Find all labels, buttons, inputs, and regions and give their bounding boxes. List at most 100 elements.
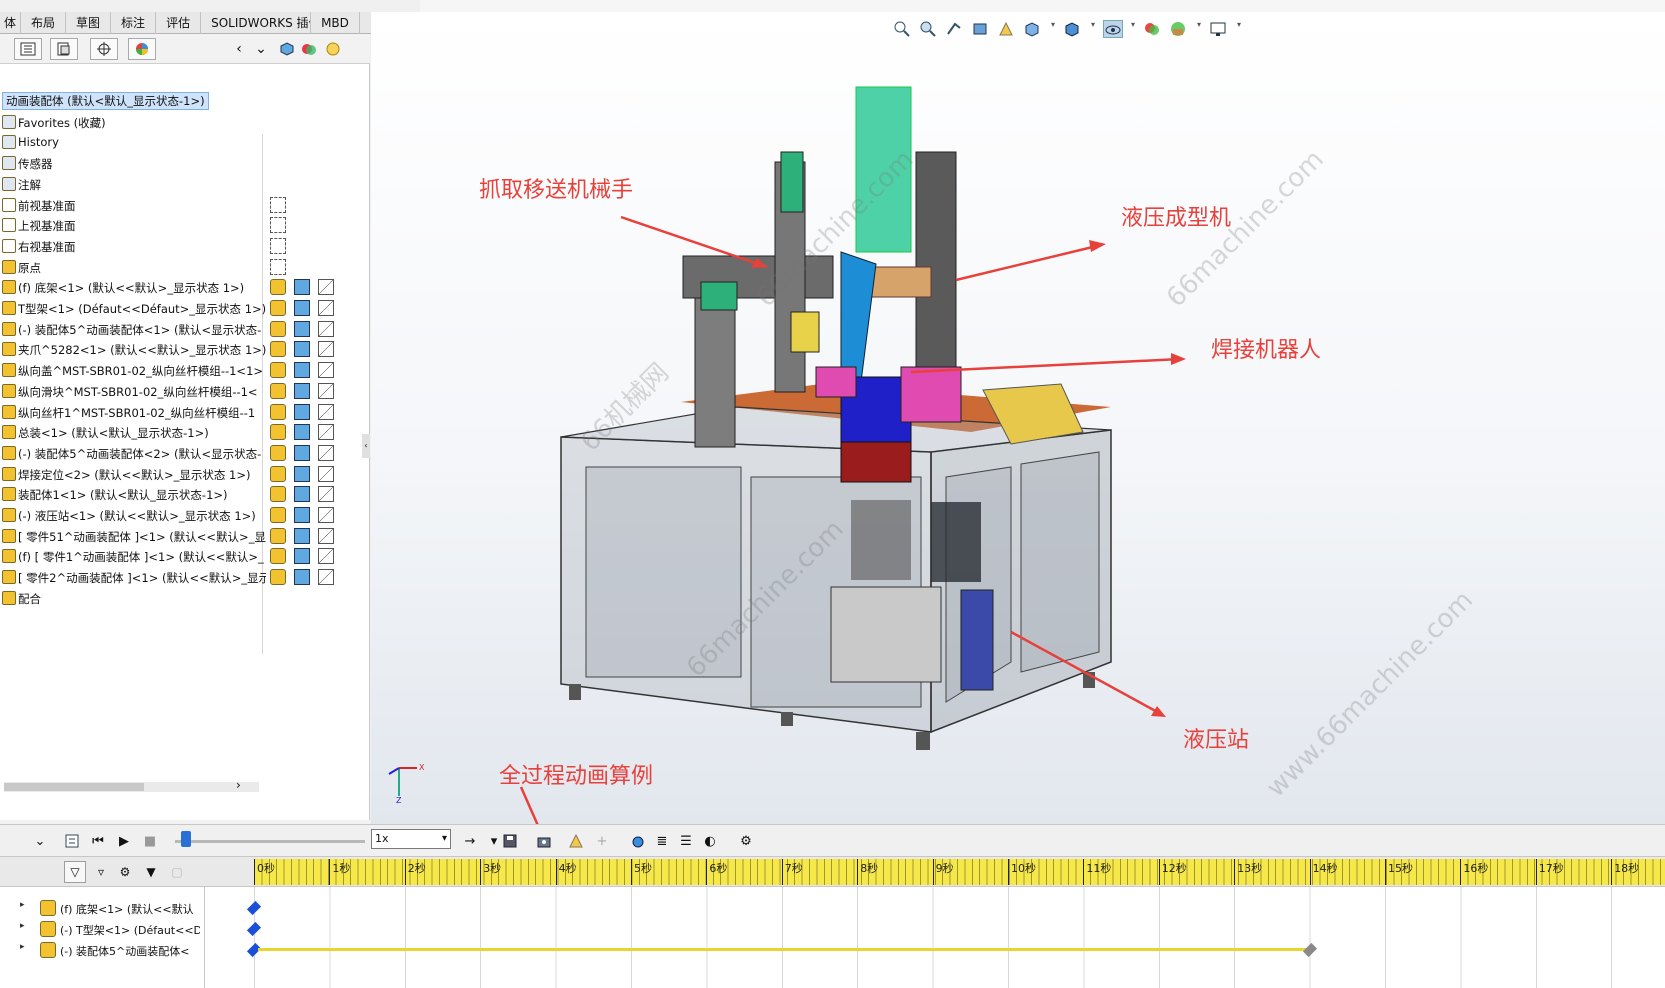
- tree-item[interactable]: (-) 装配体5^动画装配体<1> (默认<显示状态-: [0, 319, 370, 340]
- scene-icon[interactable]: [300, 40, 318, 58]
- graphics-viewport[interactable]: ▾ ▾ ▾ ▾ ▾ 抓取移送机械手 液压成型机 焊接机器人 液压站 全过程动画算…: [371, 12, 1665, 824]
- keyframe[interactable]: [246, 900, 262, 916]
- timeline-row[interactable]: ▸ (-) T型架<1> (Défaut<<D: [0, 918, 1665, 939]
- scrollbar-thumb[interactable]: [4, 783, 144, 791]
- component-state-icon: [270, 527, 286, 544]
- expand-arrow-icon[interactable]: ▸: [20, 921, 25, 931]
- star-folder-icon: [2, 114, 16, 129]
- svg-text:Z: Z: [396, 796, 402, 804]
- filter-icon[interactable]: ⌄: [252, 40, 270, 58]
- autofit-icon[interactable]: ▢: [166, 861, 188, 883]
- ruler-time-label: 5秒: [634, 862, 652, 875]
- spring-icon[interactable]: ≣: [652, 831, 672, 851]
- tree-item[interactable]: T型架<1> (Défaut<<Défaut>_显示状态 1>): [0, 298, 370, 319]
- ruler-major-tick: [555, 859, 557, 885]
- autokey-icon[interactable]: [566, 831, 586, 851]
- filter-selected-icon[interactable]: ⚙: [114, 861, 136, 883]
- subassembly-icon: [2, 321, 16, 336]
- ruler-major-tick: [1611, 859, 1613, 885]
- tree-item[interactable]: 纵向丝杆1^MST-SBR01-02_纵向丝杆模组--1: [0, 402, 370, 423]
- play-from-start-icon[interactable]: ⏮: [88, 831, 108, 851]
- component-state-icon: [270, 424, 286, 441]
- tree-item[interactable]: 原点: [0, 257, 370, 278]
- tab-layout[interactable]: 布局: [21, 12, 67, 34]
- part-icon: [2, 570, 16, 585]
- playback-slider-track[interactable]: [175, 840, 365, 843]
- configuration-manager-tab[interactable]: [90, 38, 118, 60]
- calculate-icon[interactable]: [62, 831, 82, 851]
- keyframe[interactable]: [1302, 942, 1317, 958]
- arrow-right-icon[interactable]: →: [460, 831, 480, 851]
- panel-collapse-handle[interactable]: ‹: [362, 434, 370, 458]
- cube-appearance-icon[interactable]: [278, 40, 296, 58]
- playback-speed-select[interactable]: 1x: [371, 829, 451, 849]
- display-pane-icon[interactable]: [324, 40, 342, 58]
- tree-root-assembly[interactable]: 动画装配体 (默认<默认_显示状态-1>): [0, 91, 370, 112]
- play-icon[interactable]: ▶: [114, 831, 134, 851]
- tree-horizontal-scrollbar[interactable]: [4, 782, 259, 792]
- tree-item[interactable]: 配合: [0, 588, 370, 609]
- gear-icon[interactable]: ⚙: [736, 831, 756, 851]
- tree-item[interactable]: 总装<1> (默认<默认_显示状态-1>): [0, 422, 370, 443]
- tree-item[interactable]: 夹爪^5282<1> (默认<<默认>_显示状态 1>): [0, 339, 370, 360]
- tree-item[interactable]: 上视基准面: [0, 215, 370, 236]
- tree-item[interactable]: [ 零件2^动画装配体 ]<1> (默认<<默认>_显示: [0, 567, 370, 588]
- tree-item[interactable]: 右视基准面: [0, 236, 370, 257]
- tree-item[interactable]: 前视基准面: [0, 195, 370, 216]
- tab-assembly[interactable]: 体: [0, 12, 22, 34]
- animation-wizard-icon[interactable]: [534, 831, 554, 851]
- tab-sketch[interactable]: 草图: [66, 12, 112, 34]
- tree-item[interactable]: 纵向滑块^MST-SBR01-02_纵向丝杆模组--1<: [0, 381, 370, 402]
- contact-icon[interactable]: ◐: [700, 831, 720, 851]
- chevron-down-icon[interactable]: ⌄: [30, 831, 50, 851]
- tree-item[interactable]: 装配体1<1> (默认<默认_显示状态-1>): [0, 484, 370, 505]
- expand-arrow-icon[interactable]: ▸: [20, 942, 25, 952]
- tree-item-label: 前视基准面: [18, 198, 76, 213]
- tree-item[interactable]: (f) 底架<1> (默认<<默认>_显示状态 1>): [0, 277, 370, 298]
- tree-item[interactable]: (-) 液压站<1> (默认<<默认>_显示状态 1>): [0, 505, 370, 526]
- chevron-left-icon[interactable]: ‹: [230, 40, 248, 58]
- tree-item[interactable]: 注解: [0, 174, 370, 195]
- top-strip: [420, 0, 1665, 12]
- tree-item[interactable]: Favorites (收藏): [0, 112, 370, 133]
- filter-driving-icon[interactable]: ▿: [90, 861, 112, 883]
- part-icon: [2, 280, 16, 295]
- feature-tree-icon: [20, 42, 36, 56]
- component-icon: [40, 900, 56, 916]
- add-key-icon[interactable]: +: [592, 831, 612, 851]
- damper-icon[interactable]: ☰: [676, 831, 696, 851]
- scroll-right-arrow-icon[interactable]: ›: [236, 778, 241, 792]
- component-state-icon: [270, 341, 286, 358]
- tree-item[interactable]: History: [0, 132, 370, 153]
- property-manager-tab[interactable]: [50, 38, 78, 60]
- tree-item[interactable]: 传感器: [0, 153, 370, 174]
- tab-evaluate[interactable]: 评估: [156, 12, 202, 34]
- tree-item[interactable]: (-) 装配体5^动画装配体<2> (默认<显示状态-: [0, 443, 370, 464]
- tab-markup[interactable]: 标注: [111, 12, 157, 34]
- timeline-row[interactable]: ▸ (f) 底架<1> (默认<<默认: [0, 897, 1665, 918]
- machine-assembly-model[interactable]: [371, 12, 1665, 824]
- filter-results-icon[interactable]: ▼: [140, 861, 162, 883]
- filter-animated-icon[interactable]: ▽: [64, 861, 86, 883]
- component-state-icon: [270, 548, 286, 565]
- tree-item[interactable]: (f) [ 零件1^动画装配体 ]<1> (默认<<默认>_: [0, 546, 370, 567]
- ruler-time-label: 11秒: [1086, 862, 1112, 875]
- expand-arrow-icon[interactable]: ▸: [20, 900, 25, 910]
- tab-mbd[interactable]: MBD: [311, 12, 360, 34]
- feature-tree-tab[interactable]: [14, 38, 42, 60]
- motor-icon[interactable]: [628, 831, 648, 851]
- ruler-major-tick: [254, 859, 255, 885]
- stop-icon[interactable]: ■: [140, 831, 160, 851]
- tree-item[interactable]: [ 零件51^动画装配体 ]<1> (默认<<默认>_显: [0, 526, 370, 547]
- keyframe[interactable]: [246, 921, 262, 937]
- tab-solidworks-addins[interactable]: SOLIDWORKS 插件: [201, 12, 312, 34]
- save-animation-icon[interactable]: [500, 831, 520, 851]
- playback-slider-thumb[interactable]: [181, 831, 191, 847]
- appearance-icon: [294, 362, 310, 379]
- display-manager-tab[interactable]: [128, 38, 156, 60]
- animation-track: [258, 948, 1306, 951]
- timeline-row[interactable]: ▸ (-) 装配体5^动画装配体<: [0, 939, 1665, 960]
- time-ruler[interactable]: 0秒 1秒 2秒 3秒 4秒 5秒 6秒 7秒 8秒 9秒 10秒 11秒 12秒 13秒 14秒 15秒 16…: [254, 859, 1665, 885]
- tree-item[interactable]: 纵向盖^MST-SBR01-02_纵向丝杆模组--1<1>: [0, 360, 370, 381]
- tree-item[interactable]: 焊接定位<2> (默认<<默认>_显示状态 1>): [0, 464, 370, 485]
